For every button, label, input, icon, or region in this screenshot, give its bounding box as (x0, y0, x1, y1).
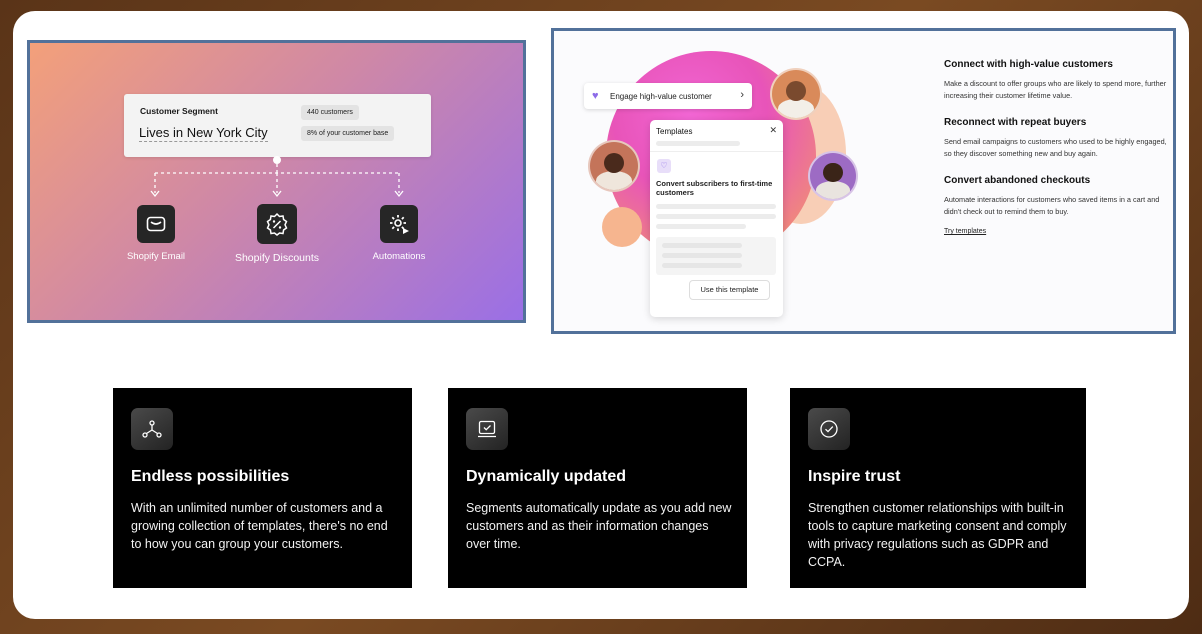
feature-item: Connect with high-value customers Make a… (944, 59, 1169, 102)
check-circle-icon (808, 408, 850, 450)
shopify-discounts-tool[interactable]: Shopify Discounts (222, 204, 332, 264)
segment-flow-panel: Customer Segment Lives in New York City … (27, 40, 526, 323)
card-description: Segments automatically update as you add… (466, 501, 732, 551)
close-icon[interactable]: ✕ (769, 125, 777, 136)
feature-description: Make a discount to offer groups who are … (944, 79, 1167, 100)
template-name[interactable]: Convert subscribers to first-time custom… (656, 179, 776, 197)
gear-play-icon (380, 205, 418, 243)
feature-list: Connect with high-value customers Make a… (944, 59, 1169, 235)
feature-card: Endless possibilities With an unlimited … (113, 388, 412, 588)
card-title: Endless possibilities (131, 468, 290, 485)
try-templates-link[interactable]: Try templates (944, 228, 1169, 235)
shopify-email-tool[interactable]: Shopify Email (101, 205, 211, 262)
placeholder-bar (662, 243, 742, 248)
placeholder-bar (656, 224, 746, 229)
card-description: With an unlimited number of customers an… (131, 501, 388, 551)
template-icon: ♡ (657, 159, 671, 173)
placeholder-bar (662, 263, 742, 268)
segment-connector-lines (150, 156, 404, 198)
page-canvas: Customer Segment Lives in New York City … (13, 11, 1189, 619)
card-title: Dynamically updated (466, 468, 627, 485)
heart-icon: ♥ (592, 89, 599, 102)
laptop-check-icon (466, 408, 508, 450)
feature-card: Inspire trust Strengthen customer relati… (790, 388, 1086, 588)
tool-label: Automations (372, 251, 426, 262)
templates-title: Templates (656, 127, 693, 136)
placeholder-bar (656, 204, 776, 209)
automations-tool[interactable]: Automations (344, 205, 454, 262)
decorative-blob (602, 207, 642, 247)
discount-badge-icon (257, 204, 297, 244)
customer-avatar (588, 140, 640, 192)
feature-description: Send email campaigns to customers who us… (944, 137, 1167, 158)
templates-showcase-panel: ♥ Engage high-value customer › Templates… (551, 28, 1176, 334)
feature-card: Dynamically updated Segments automatical… (448, 388, 747, 588)
templates-modal: Templates ✕ ♡ Convert subscribers to fir… (650, 120, 783, 317)
engage-pill-label: Engage high-value customer (610, 91, 712, 101)
network-nodes-icon (131, 408, 173, 450)
tool-label: Shopify Discounts (234, 252, 320, 264)
use-template-button[interactable]: Use this template (689, 280, 770, 300)
template-preview-box (656, 237, 776, 275)
divider (650, 151, 783, 152)
feature-item: Reconnect with repeat buyers Send email … (944, 117, 1169, 160)
placeholder-bar (662, 253, 742, 258)
feature-description: Automate interactions for customers who … (944, 195, 1160, 216)
feature-item: Convert abandoned checkouts Automate int… (944, 175, 1169, 218)
engage-customer-pill[interactable]: ♥ Engage high-value customer › (584, 83, 752, 109)
placeholder-bar (656, 141, 740, 146)
feature-title: Convert abandoned checkouts (944, 175, 1091, 186)
chevron-right-icon: › (740, 89, 744, 101)
mail-icon (137, 205, 175, 243)
card-title: Inspire trust (808, 468, 901, 485)
customer-avatar (770, 68, 822, 120)
placeholder-bar (656, 214, 776, 219)
customer-avatar (808, 151, 858, 201)
feature-title: Reconnect with repeat buyers (944, 117, 1087, 128)
card-description: Strengthen customer relationships with b… (808, 501, 1067, 569)
tool-label: Shopify Email (126, 251, 186, 262)
feature-title: Connect with high-value customers (944, 59, 1113, 70)
